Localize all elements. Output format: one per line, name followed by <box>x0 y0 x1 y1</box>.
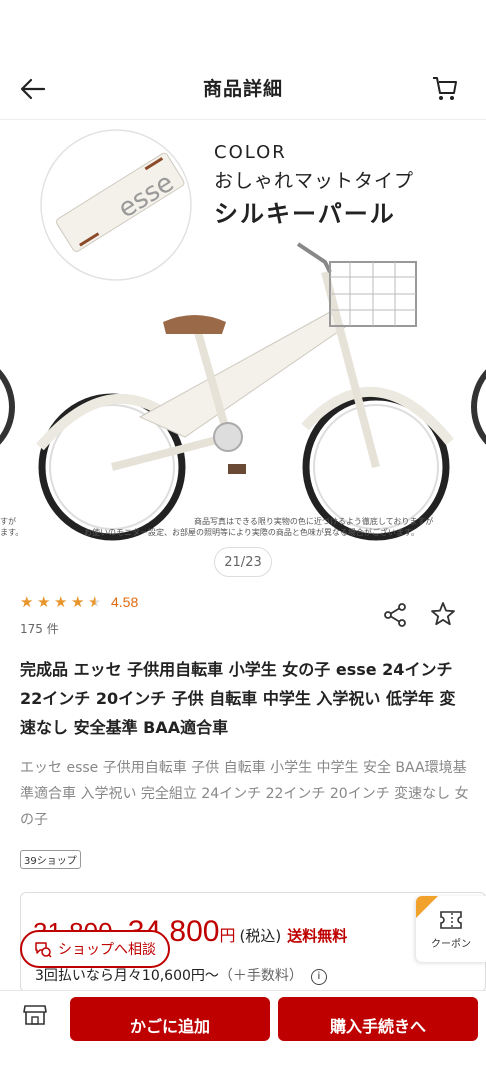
disclaimer-line: お使いのモニター設定、お部屋の照明等により実際の商品と色味が異なる場合がございま… <box>84 528 420 537</box>
star-icon: ★ <box>54 592 68 611</box>
product-description: エッセ esse 子供用自転車 子供 自転車 小学生 中学生 安全 BAA環境基… <box>20 760 469 828</box>
color-label: COLOR <box>214 142 287 163</box>
image-counter: 21/23 <box>214 547 272 577</box>
star-icon: ★ <box>20 592 34 611</box>
installment-info: 3回払いなら月々10,600円〜（＋手数料） i <box>35 965 327 985</box>
neighbor-slide-text: ます。 <box>0 528 24 537</box>
checkout-button[interactable]: 購入手続きへ <box>278 997 478 1041</box>
cart-icon[interactable] <box>430 73 460 103</box>
bottom-action-bar: かごに追加 購入手続きへ <box>0 990 486 1080</box>
favorite-star-icon[interactable] <box>430 601 456 627</box>
info-icon[interactable]: i <box>310 969 327 985</box>
disclaimer-line: 商品写真はできる限り実物の色に近づけるよう徹底しておりますが <box>194 517 434 526</box>
product-image-carousel[interactable]: esse COLOR おしゃれマットタイプ シルキーパール すが ます。 商品写… <box>0 122 486 542</box>
star-icon: ★ <box>71 592 85 611</box>
share-icon[interactable] <box>382 602 408 628</box>
shop-consult-label: ショップへ相談 <box>58 942 156 958</box>
coupon-button[interactable]: クーポン <box>416 896 486 962</box>
rating-value: 4.58 <box>111 594 139 610</box>
color-subtitle: おしゃれマットタイプ <box>214 170 415 192</box>
price-yen: 円 <box>219 926 236 945</box>
color-name: シルキーパール <box>214 200 396 228</box>
star-icon: ★ <box>37 592 51 611</box>
coupon-ticket-icon <box>440 910 462 929</box>
chat-icon <box>35 942 52 958</box>
bicycle-illustration <box>36 242 454 541</box>
price-tax: (税込) <box>239 927 282 945</box>
free-shipping-label: 送料無料 <box>287 927 348 945</box>
coupon-corner-marker <box>416 896 438 918</box>
page-title: 商品詳細 <box>202 78 283 100</box>
store-icon[interactable] <box>22 1003 48 1027</box>
app-header: 商品詳細 <box>0 56 486 120</box>
installment-fee: （＋手数料） <box>218 968 303 984</box>
half-star-icon: ★ <box>88 592 102 611</box>
back-arrow-icon[interactable] <box>18 74 48 104</box>
review-count[interactable]: 175 件 <box>20 620 59 637</box>
rating[interactable]: ★ ★ ★ ★ ★ 4.58 <box>20 594 138 610</box>
coupon-label: クーポン <box>431 938 471 950</box>
installment-text: 3回払いなら月々10,600円〜 <box>35 968 219 984</box>
add-to-cart-button[interactable]: かごに追加 <box>70 997 270 1041</box>
shop-badge: 39ショップ <box>20 850 81 869</box>
neighbor-slide-text: すが <box>0 517 16 526</box>
product-title: 完成品 エッセ 子供用自転車 小学生 女の子 esse 24インチ 22インチ … <box>20 660 456 737</box>
shop-consult-button[interactable]: ショップへ相談 <box>20 930 170 968</box>
